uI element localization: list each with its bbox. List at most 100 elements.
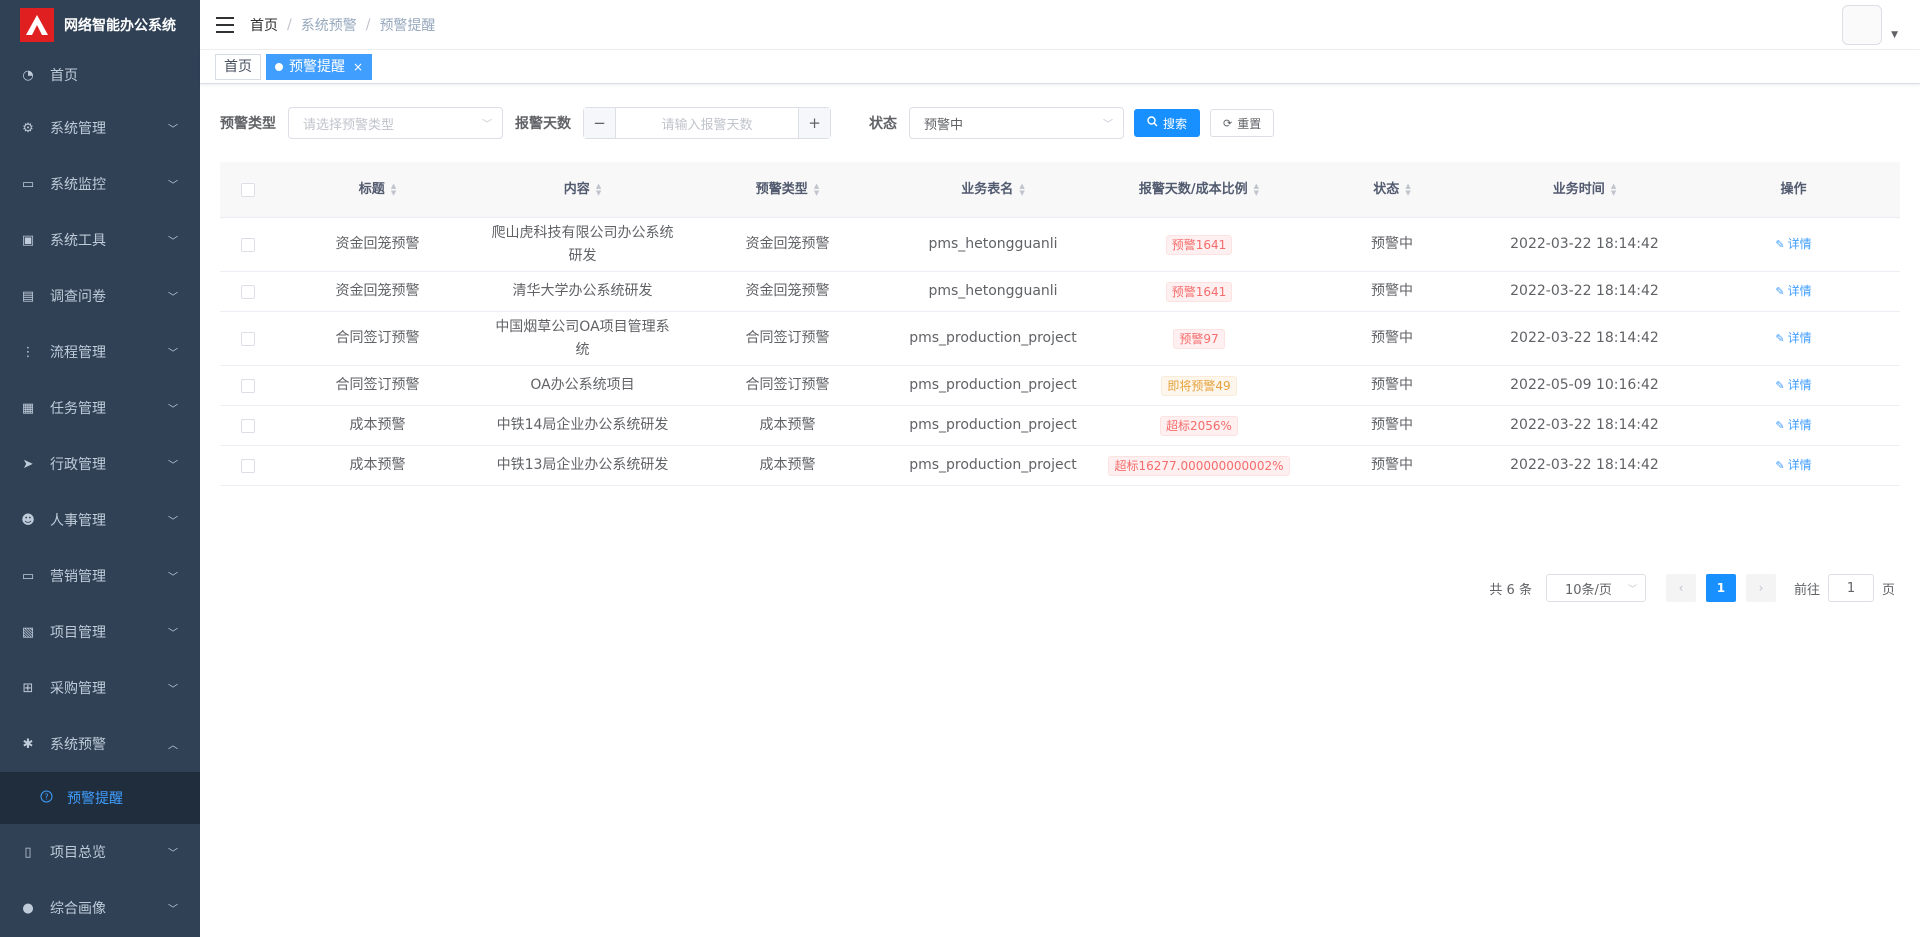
cell-content: 爬山虎科技有限公司办公系统研发 [491, 224, 674, 264]
tag-active[interactable]: 预警提醒 × [266, 53, 373, 80]
hamburger-icon[interactable] [216, 16, 234, 33]
row-checkbox[interactable] [240, 378, 255, 393]
days-input[interactable]: 请输入报警天数 [616, 114, 798, 133]
sidebar-item[interactable]: ▧ 项目管理 ﹀ [0, 604, 200, 660]
sort-icon[interactable]: ▲ ▼ [1611, 182, 1616, 197]
column-header-label: 预警类型 [755, 182, 808, 197]
people-icon: ☻ [21, 512, 35, 528]
prev-page-button[interactable]: ‹ [1665, 574, 1696, 602]
breadcrumb-separator: / [287, 16, 292, 33]
cell-status: 预警中 [1371, 283, 1413, 299]
row-checkbox[interactable] [240, 237, 255, 252]
detail-link[interactable]: ✎ 详情 [1775, 327, 1811, 350]
column-header[interactable]: 业务表名 ▲ ▼ [890, 178, 1096, 201]
gear-icon: ⚙ [22, 120, 34, 136]
detail-link[interactable]: ✎ 详情 [1775, 374, 1811, 397]
status-select[interactable]: 预警中 ﹀ [909, 107, 1124, 139]
column-header[interactable]: 业务时间 ▲ ▼ [1482, 178, 1687, 201]
filter-form: 预警类型 请选择预警类型 ﹀ 报警天数 − 请输入报警天数 + 状态 预警中 ﹀… [220, 107, 1275, 139]
next-page-button[interactable]: › [1745, 574, 1776, 602]
detail-link[interactable]: ✎ 详情 [1775, 280, 1811, 303]
sort-icon[interactable]: ▲ ▼ [391, 182, 396, 197]
page-size-value: 10条/页 [1564, 582, 1612, 598]
minus-button[interactable]: − [584, 108, 616, 138]
cell-title: 资金回笼预警 [335, 283, 420, 299]
sidebar-item[interactable]: ✱ 系统预警 ︿ [0, 716, 200, 772]
status-value: 预警中 [924, 117, 964, 133]
sidebar-item[interactable]: ⋮ 流程管理 ﹀ [0, 324, 200, 380]
sidebar-item[interactable]: ⊞ 采购管理 ﹀ [0, 660, 200, 716]
cell-status: 预警中 [1371, 417, 1413, 433]
sidebar-item[interactable]: ● 综合画像 ﹀ [0, 880, 200, 936]
row-checkbox[interactable] [240, 418, 255, 433]
chart-monitor-icon: ▭ [21, 568, 35, 584]
reset-label: 重置 [1237, 116, 1262, 131]
table-row: 成本预警 中铁13局企业办公系统研发 成本预警 pms_production_proj… [220, 446, 1900, 486]
column-header[interactable]: 标题 ▲ ▼ [275, 178, 480, 201]
chevron-down-icon: ﹀ [482, 119, 492, 131]
row-select-cell [220, 418, 275, 433]
cell-alarm: 即将预警49 [1096, 375, 1302, 396]
days-stepper[interactable]: − 请输入报警天数 + [583, 107, 831, 139]
sort-icon[interactable]: ▲ ▼ [596, 182, 601, 197]
detail-label: 详情 [1787, 418, 1812, 432]
type-select[interactable]: 请选择预警类型 ﹀ [288, 107, 503, 139]
select-all-cell [220, 182, 275, 197]
cell-table-name: pms_hetongguanli [928, 236, 1058, 252]
page-number[interactable]: 1 [1705, 574, 1736, 602]
cell-action: ✎ 详情 [1687, 327, 1900, 350]
sidebar-item[interactable]: ▣ 系统工具 ﹀ [0, 212, 200, 268]
search-button[interactable]: 搜索 [1134, 109, 1201, 137]
reset-button[interactable]: ⟳ 重置 [1210, 109, 1275, 137]
breadcrumb-home[interactable]: 首页 [250, 15, 278, 35]
sidebar-item[interactable]: ▤ 调查问卷 ﹀ [0, 268, 200, 324]
alarm-badge: 超标16277.000000000002% [1108, 455, 1290, 476]
row-select-cell [220, 378, 275, 393]
cell-content: OA办公系统项目 [530, 377, 635, 393]
detail-link[interactable]: ✎ 详情 [1775, 454, 1811, 477]
sort-icon[interactable]: ▲ ▼ [1405, 182, 1410, 197]
table-body: 资金回笼预警 爬山虎科技有限公司办公系统研发 资金回笼预警 pms_hetonggua… [220, 218, 1900, 486]
row-checkbox[interactable] [240, 458, 255, 473]
svg-text:?: ? [44, 792, 48, 801]
detail-link[interactable]: ✎ 详情 [1775, 233, 1811, 256]
sidebar-item[interactable]: ☻ 人事管理 ﹀ [0, 492, 200, 548]
sort-icon[interactable]: ▲ ▼ [1019, 182, 1024, 197]
goto-input[interactable]: 1 [1827, 574, 1874, 602]
edit-icon: ✎ [1775, 419, 1785, 432]
caret-down-icon[interactable]: ▼ [1891, 30, 1898, 40]
column-header[interactable]: 预警类型 ▲ ▼ [685, 178, 890, 201]
sidebar-item[interactable]: ▭ 系统监控 ﹀ [0, 156, 200, 212]
page-size-select[interactable]: 10条/页 ﹀ [1545, 574, 1646, 602]
select-all-checkbox[interactable] [240, 182, 255, 197]
detail-label: 详情 [1787, 284, 1812, 298]
tag-home[interactable]: 首页 [215, 53, 261, 80]
sort-icon[interactable]: ▲ ▼ [1254, 182, 1259, 197]
cell-time: 2022-03-22 18:14:42 [1510, 236, 1659, 252]
sidebar-item[interactable]: ➤ 行政管理 ﹀ [0, 436, 200, 492]
chevron-up-icon: ︿ [168, 740, 178, 752]
days-label: 报警天数 [515, 116, 571, 132]
close-icon[interactable]: × [353, 55, 363, 79]
plus-button[interactable]: + [798, 108, 830, 138]
sidebar-item[interactable]: ▯ 项目总览 ﹀ [0, 824, 200, 880]
cell-table-name: pms_production_project [909, 330, 1077, 346]
sidebar-item[interactable]: ⚙ 系统管理 ﹀ [0, 100, 200, 156]
sort-icon[interactable]: ▲ ▼ [814, 182, 819, 197]
sidebar-item[interactable]: ▭ 营销管理 ﹀ [0, 548, 200, 604]
chevron-down-icon: ﹀ [168, 124, 178, 136]
sidebar-subitem-warning-reminder[interactable]: ? 预警提醒 [0, 772, 200, 824]
breadcrumb-level1: 系统预警 [300, 17, 357, 34]
column-header[interactable]: 报警天数/成本比例 ▲ ▼ [1096, 178, 1302, 201]
column-header[interactable]: 内容 ▲ ▼ [480, 178, 685, 201]
brand[interactable]: 网络智能办公系统 [0, 0, 200, 50]
avatar[interactable] [1842, 5, 1882, 45]
row-checkbox[interactable] [240, 331, 255, 346]
detail-link[interactable]: ✎ 详情 [1775, 414, 1811, 437]
cell-table-name: pms_production_project [909, 457, 1077, 473]
sidebar-item[interactable]: ▦ 任务管理 ﹀ [0, 380, 200, 436]
row-checkbox[interactable] [240, 284, 255, 299]
cell-alarm: 预警97 [1096, 328, 1302, 349]
column-header[interactable]: 状态 ▲ ▼ [1302, 178, 1482, 201]
sidebar-item[interactable]: ◔ 首页 [0, 50, 200, 100]
